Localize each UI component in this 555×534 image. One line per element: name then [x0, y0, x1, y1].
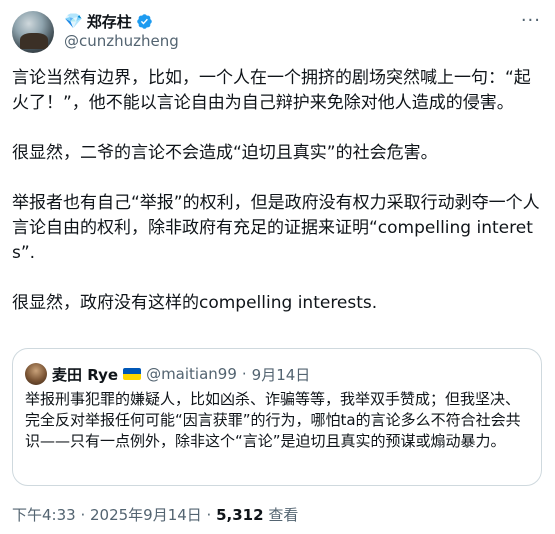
tweet-paragraph: 言论当然有边界，比如，一个人在一个拥挤的剧场突然喊上一句：“起火了！”，他不能以… [12, 68, 531, 113]
verified-badge-icon [136, 13, 152, 29]
tweet-paragraph: 很显然，二爷的言论不会造成“迫切且真实”的社会危害。 [12, 143, 438, 163]
author-avatar[interactable] [12, 11, 54, 53]
author-display-name[interactable]: 郑存柱 [87, 11, 132, 32]
tweet-timestamp[interactable]: 下午4:33 · 2025年9月14日 · [12, 506, 216, 524]
view-label: 查看 [263, 506, 299, 524]
more-options-icon[interactable]: ··· [521, 12, 541, 30]
quoted-author-avatar [25, 363, 47, 385]
tweet-paragraph: 很显然，政府没有这样的compelling interests. [12, 293, 378, 313]
quoted-tweet[interactable]: 麦田 Rye @maitian99 · 9月14日 举报刑事犯罪的嫌疑人，比如凶… [12, 348, 542, 486]
quoted-author-handle: @maitian99 [146, 365, 237, 383]
quoted-tweet-text: 举报刑事犯罪的嫌疑人，比如凶杀、诈骗等等，我举双手赞成；但我坚决、完全反对举报任… [25, 390, 521, 450]
tweet-text: 言论当然有边界，比如，一个人在一个拥挤的剧场突然喊上一句：“起火了！”，他不能以… [12, 66, 542, 341]
tweet: 💎 郑存柱 @cunzhuzheng ··· 言论当然有边界，比如，一个人在一个… [0, 0, 555, 534]
diamond-icon: 💎 [64, 11, 83, 30]
quoted-tweet-header: 麦田 Rye @maitian99 · 9月14日 [25, 363, 310, 385]
quoted-author-name: 麦田 Rye [52, 365, 119, 384]
ukraine-flag-icon [123, 368, 142, 380]
tweet-footer: 下午4:33 · 2025年9月14日 · 5,312 查看 [12, 504, 298, 525]
view-count: 5,312 [216, 506, 264, 524]
author-handle[interactable]: @cunzhuzheng [64, 32, 179, 50]
author-name-row: 💎 郑存柱 [64, 10, 153, 32]
tweet-paragraph: 举报者也有自己“举报”的权利，但是政府没有权力采取行动剥夺一个人言论自由的权利，… [12, 193, 540, 263]
quoted-separator: · [241, 365, 247, 383]
quoted-date: 9月14日 [251, 365, 311, 384]
